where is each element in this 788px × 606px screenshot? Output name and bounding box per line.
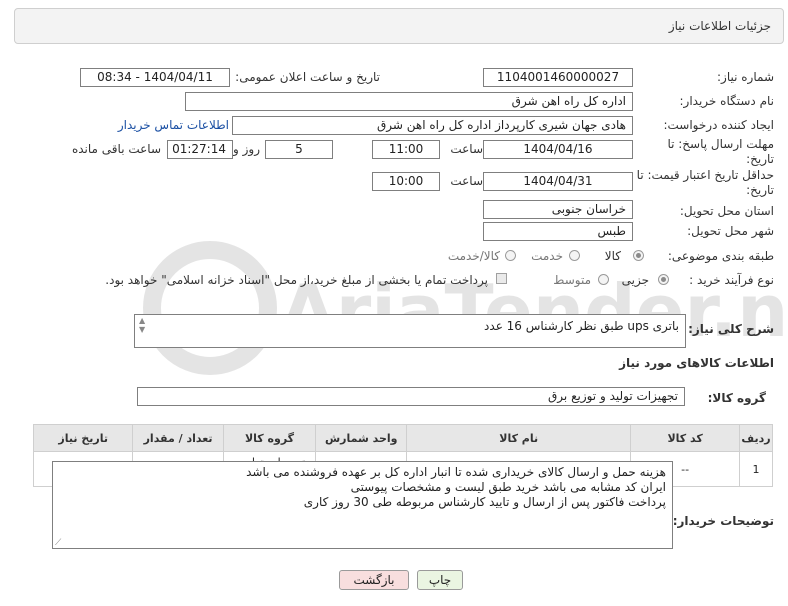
deadline-time-label: ساعت — [450, 142, 483, 156]
goods-group-field: تجهیزات تولید و توزیع برق — [137, 387, 685, 406]
creator-label: ایجاد کننده درخواست: — [663, 118, 774, 132]
validity-date-field: 1404/04/31 — [483, 172, 633, 191]
col-code: کد کالا — [630, 424, 741, 452]
col-date: تاریخ نیاز — [32, 424, 134, 452]
creator-field: هادی جهان شیری کارپرداز اداره کل راه اهن… — [232, 116, 633, 135]
back-button[interactable]: بازگشت — [339, 570, 409, 590]
goods-info-title: اطلاعات کالاهای مورد نیاز — [619, 356, 774, 370]
buyer-field: اداره کل راه اهن شرق — [185, 92, 633, 111]
deadline-label: مهلت ارسال پاسخ: تا تاریخ: — [667, 137, 774, 166]
city-field: طبس — [483, 222, 633, 241]
page-title: جزئیات اطلاعات نیاز — [668, 19, 771, 33]
buyer-contact-link[interactable]: اطلاعات تماس خریدار — [118, 118, 229, 132]
goods-group-label: گروه کالا: — [707, 391, 766, 405]
remaining-label: ساعت باقی مانده — [71, 142, 161, 156]
buyer-notes-line: هزینه حمل و ارسال کالای خریداری شده تا ا… — [246, 465, 666, 479]
validity-time-label: ساعت — [450, 174, 483, 188]
need-number-label: شماره نیاز: — [717, 70, 774, 84]
header-panel: جزئیات اطلاعات نیاز — [14, 8, 784, 44]
resize-handle-icon[interactable]: ⟋ — [55, 538, 61, 548]
buyer-label: نام دستگاه خریدار: — [679, 94, 775, 108]
validity-time-field: 10:00 — [372, 172, 440, 191]
col-group: گروه کالا — [222, 424, 317, 452]
print-button[interactable]: چاپ — [417, 570, 463, 590]
process-minor-label: جزیی — [621, 273, 649, 287]
cell-row: 1 — [739, 451, 773, 487]
category-label: طبقه بندی موضوعی: — [667, 249, 774, 263]
deadline-time-field: 11:00 — [372, 140, 440, 159]
process-medium-label: متوسط — [553, 273, 591, 287]
remaining-time-field: 01:27:14 — [167, 140, 233, 159]
process-minor-radio[interactable] — [658, 274, 669, 285]
category-goods-label: کالا — [604, 249, 621, 263]
validity-label: حداقل تاریخ اعتبار قیمت: تا تاریخ: — [636, 168, 774, 197]
treasury-checkbox[interactable] — [496, 273, 507, 284]
buyer-notes-line: پرداخت فاکتور پس از ارسال و تایید کارشنا… — [303, 495, 666, 509]
description-text: باتری ups طبق نظر کارشناس 16 عدد — [484, 319, 679, 333]
treasury-note: پرداخت تمام یا بخشی از مبلغ خرید،از محل … — [105, 273, 488, 287]
announce-label: تاریخ و ساعت اعلان عمومی: — [235, 70, 380, 84]
category-goods-service-label: کالا/خدمت — [447, 249, 500, 263]
description-field: باتری ups طبق نظر کارشناس 16 عدد — [134, 314, 686, 348]
category-service-radio[interactable] — [569, 250, 580, 261]
table-header-row: ردیف کد کالا نام کالا واحد شمارش گروه کا… — [32, 424, 773, 452]
need-number-field: 1104001460000027 — [483, 68, 633, 87]
description-label: شرح کلی نیاز: — [688, 322, 774, 336]
announce-datetime-field: 1404/04/11 - 08:34 — [80, 68, 230, 87]
province-field: خراسان جنوبی — [483, 200, 633, 219]
process-label: نوع فرآیند خرید : — [689, 273, 774, 287]
deadline-date-field: 1404/04/16 — [483, 140, 633, 159]
scroll-arrows-icon[interactable]: ▲ ▼ — [139, 316, 145, 334]
buyer-notes-label: توضیحات خریدار: — [672, 514, 774, 528]
days-label: روز و — [233, 142, 260, 156]
city-label: شهر محل تحویل: — [687, 224, 774, 238]
category-goods-radio[interactable] — [633, 250, 644, 261]
days-field: 5 — [265, 140, 333, 159]
col-unit: واحد شمارش — [315, 424, 408, 452]
province-label: استان محل تحویل: — [679, 204, 774, 218]
col-name: نام کالا — [406, 424, 632, 452]
buyer-notes-line: ایران کد مشابه می باشد خرید طبق لیست و م… — [350, 480, 666, 494]
col-quantity: تعداد / مقدار — [132, 424, 224, 452]
buyer-notes-field: هزینه حمل و ارسال کالای خریداری شده تا ا… — [52, 461, 673, 549]
process-medium-radio[interactable] — [598, 274, 609, 285]
category-goods-service-radio[interactable] — [505, 250, 516, 261]
col-row: ردیف — [739, 424, 773, 452]
category-service-label: خدمت — [531, 249, 563, 263]
